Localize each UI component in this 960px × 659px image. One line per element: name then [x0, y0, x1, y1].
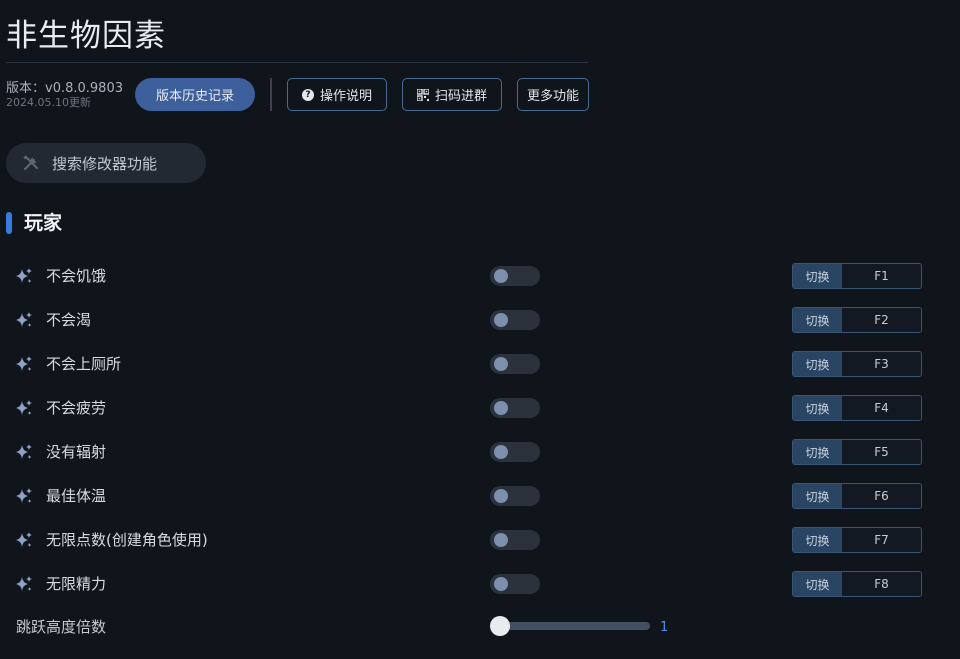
sparkle-icon	[16, 400, 32, 415]
hotkey-key-field[interactable]: F7	[842, 528, 921, 552]
help-button[interactable]: ? 操作说明	[287, 78, 387, 111]
cheat-label: 无限点数(创建角色使用)	[46, 531, 208, 549]
jump-height-label: 跳跃高度倍数	[16, 618, 107, 636]
cheat-row: 最佳体温 切换 F6	[0, 483, 960, 509]
search-placeholder: 搜索修改器功能	[52, 154, 158, 173]
hotkey-switch-button[interactable]: 切换	[793, 396, 842, 420]
hotkey-key-field[interactable]: F5	[842, 440, 921, 464]
qr-grid-icon	[416, 88, 429, 101]
hotkey-key-field[interactable]: F6	[842, 484, 921, 508]
cheat-toggle[interactable]	[490, 486, 540, 506]
jump-height-value: 1	[660, 620, 669, 635]
toggle-knob	[494, 577, 508, 591]
toggle-knob	[494, 313, 508, 327]
cheat-toggle[interactable]	[490, 354, 540, 374]
hotkey-control: 切换 F6	[792, 483, 922, 509]
toggle-knob	[494, 533, 508, 547]
version-text: 版本：v0.8.0.9803	[6, 81, 123, 96]
hotkey-control: 切换 F1	[792, 263, 922, 289]
hotkey-switch-button[interactable]: 切换	[793, 572, 842, 596]
cheat-label: 不会渴	[46, 311, 92, 329]
sparkle-icon	[16, 576, 32, 591]
more-features-button[interactable]: 更多功能	[517, 78, 589, 111]
hotkey-control: 切换 F8	[792, 571, 922, 597]
trainer-window: 非生物因素 版本：v0.8.0.9803 2024.05.10更新 版本历史记录…	[0, 0, 960, 659]
page-title: 非生物因素	[6, 18, 166, 54]
cheat-label: 不会饥饿	[46, 267, 107, 285]
toggle-knob	[494, 357, 508, 371]
update-date: 2024.05.10更新	[6, 96, 91, 109]
cheat-toggle[interactable]	[490, 266, 540, 286]
toggle-knob	[494, 445, 508, 459]
section-title-player: 玩家	[24, 212, 63, 234]
hotkey-key-field[interactable]: F1	[842, 264, 921, 288]
cheat-row: 无限点数(创建角色使用) 切换 F7	[0, 527, 960, 553]
hotkey-switch-button[interactable]: 切换	[793, 484, 842, 508]
cheat-row: 不会疲劳 切换 F4	[0, 395, 960, 421]
sparkle-icon	[16, 268, 32, 283]
version-history-label: 版本历史记录	[155, 89, 234, 104]
hotkey-key-field[interactable]: F3	[842, 352, 921, 376]
sparkle-icon	[16, 356, 32, 371]
tools-icon	[23, 155, 39, 171]
cheat-toggle[interactable]	[490, 574, 540, 594]
jump-height-slider-thumb[interactable]	[490, 616, 510, 636]
hotkey-control: 切换 F2	[792, 307, 922, 333]
cheat-row: 不会饥饿 切换 F1	[0, 263, 960, 289]
cheat-row: 不会渴 切换 F2	[0, 307, 960, 333]
hotkey-switch-button[interactable]: 切换	[793, 264, 842, 288]
cheat-label: 不会疲劳	[46, 399, 107, 417]
toggle-knob	[494, 269, 508, 283]
help-label: 操作说明	[319, 89, 372, 104]
cheat-row: 无限精力 切换 F8	[0, 571, 960, 597]
cheat-label: 无限精力	[46, 575, 107, 593]
toggle-knob	[494, 489, 508, 503]
sparkle-icon	[16, 488, 32, 503]
hotkey-control: 切换 F7	[792, 527, 922, 553]
toggle-knob	[494, 401, 508, 415]
sparkle-icon	[16, 312, 32, 327]
cheat-toggle[interactable]	[490, 530, 540, 550]
hotkey-control: 切换 F4	[792, 395, 922, 421]
cheat-label: 没有辐射	[46, 443, 107, 461]
cheat-toggle[interactable]	[490, 310, 540, 330]
more-features-label: 更多功能	[526, 89, 579, 104]
hotkey-switch-button[interactable]: 切换	[793, 352, 842, 376]
jump-height-slider-track[interactable]	[498, 622, 650, 630]
search-input[interactable]: 搜索修改器功能	[6, 143, 206, 183]
toolbar-divider	[270, 78, 272, 111]
hotkey-control: 切换 F5	[792, 439, 922, 465]
cheat-row: 不会上厕所 切换 F3	[0, 351, 960, 377]
qr-group-button[interactable]: 扫码进群	[402, 78, 502, 111]
hotkey-switch-button[interactable]: 切换	[793, 308, 842, 332]
version-history-button[interactable]: 版本历史记录	[135, 78, 255, 111]
sparkle-icon	[16, 444, 32, 459]
title-divider	[6, 62, 588, 63]
hotkey-control: 切换 F3	[792, 351, 922, 377]
cheat-toggle[interactable]	[490, 442, 540, 462]
cheat-row: 没有辐射 切换 F5	[0, 439, 960, 465]
hotkey-key-field[interactable]: F8	[842, 572, 921, 596]
hotkey-switch-button[interactable]: 切换	[793, 528, 842, 552]
hotkey-switch-button[interactable]: 切换	[793, 440, 842, 464]
hotkey-key-field[interactable]: F4	[842, 396, 921, 420]
cheat-label: 不会上厕所	[46, 355, 122, 373]
question-circle-icon: ?	[301, 88, 314, 101]
cheat-label: 最佳体温	[46, 487, 107, 505]
section-accent-bar	[6, 212, 12, 234]
hotkey-key-field[interactable]: F2	[842, 308, 921, 332]
cheat-toggle[interactable]	[490, 398, 540, 418]
sparkle-icon	[16, 532, 32, 547]
qr-group-label: 扫码进群	[434, 89, 487, 104]
